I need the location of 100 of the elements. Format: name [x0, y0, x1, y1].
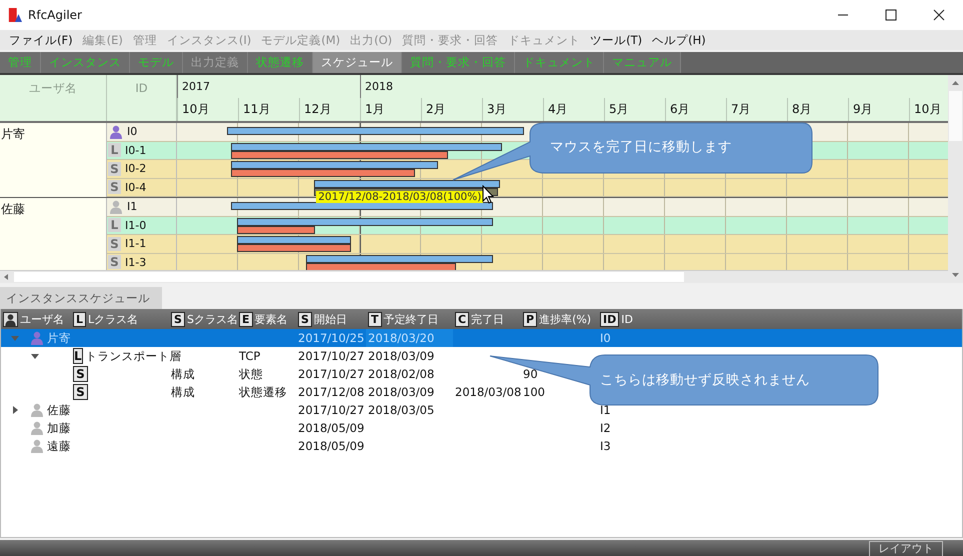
column-header: ID [107, 75, 177, 121]
table-cell: 2018/03/09 [368, 385, 434, 399]
horizontal-scrollbar[interactable] [0, 270, 948, 283]
column-badge: S [298, 312, 312, 326]
vertical-scrollbar[interactable] [948, 75, 963, 283]
column-badge: L [73, 312, 86, 326]
column-header[interactable]: Lクラス名 [88, 312, 138, 326]
column-header[interactable]: 開始日 [314, 312, 347, 326]
scroll-down-icon[interactable] [951, 271, 960, 279]
month-label: 7月 [731, 102, 751, 116]
table-cell: I1 [600, 403, 611, 417]
tab[interactable]: 質問・要求・回答 [402, 52, 515, 73]
column-badge: P [523, 312, 538, 326]
collapse-caret-icon[interactable] [31, 352, 39, 360]
user-name: 佐藤 [1, 202, 25, 216]
column-header: ユーザ名 [0, 75, 107, 121]
class-badge: L [108, 143, 121, 158]
table-cell: I2 [600, 421, 611, 435]
month-label: 1月 [365, 102, 385, 116]
table-cell: I0 [600, 331, 611, 345]
user-name: 遠藤 [47, 438, 71, 454]
table-cell: 2018/05/09 [298, 421, 364, 435]
class-badge: S [73, 384, 88, 400]
table-cell: 2018/03/05 [368, 403, 434, 417]
table-cell: 状態遷移 [239, 384, 287, 400]
tab[interactable]: ドキュメント [515, 52, 604, 73]
month-label: 4月 [548, 102, 568, 116]
scroll-thumb[interactable] [949, 91, 962, 141]
column-badge: E [239, 312, 253, 326]
cursor-icon [482, 184, 494, 204]
table-cell: 2018/02/08 [368, 367, 434, 381]
table-cell: 2018/03/09 [368, 349, 434, 363]
table-cell: I3 [600, 439, 611, 453]
class-badge: L [73, 348, 83, 364]
window-title: RfcAgiler [28, 8, 82, 22]
row-id: I1 [127, 200, 138, 214]
column-header[interactable]: ID [621, 312, 633, 326]
table-cell: 状態 [239, 366, 263, 382]
class-badge: S [108, 180, 121, 194]
column-header[interactable]: 予定終了日 [384, 312, 439, 326]
date-tooltip: 2017/12/08-2018/03/08(100%) [316, 190, 484, 202]
expand-caret-icon[interactable] [11, 406, 19, 414]
table-cell: 構成 [171, 384, 195, 400]
scroll-thumb[interactable] [14, 272, 684, 282]
month-label: 9月 [853, 102, 873, 116]
year-label: 2017 [182, 80, 210, 93]
month-label: 6月 [670, 102, 690, 116]
app-logo-icon [8, 7, 22, 23]
column-header[interactable]: 進捗率(%) [539, 312, 592, 326]
column-header[interactable]: Sクラス名 [186, 312, 238, 326]
row-id: I0-1 [125, 144, 146, 157]
menu-item[interactable]: ヘルプ(H) [647, 32, 711, 48]
user-name: 加藤 [47, 420, 71, 436]
table-cell: 2017/12/08 [298, 385, 364, 399]
user-name: 片寄 [1, 127, 25, 141]
row-id: I0 [127, 125, 138, 138]
table-cell: TCP [239, 349, 260, 363]
panel-tab[interactable]: インスタンススケジュール [0, 287, 162, 309]
scroll-up-icon[interactable] [951, 79, 960, 87]
row-id: I1-3 [125, 256, 146, 269]
menu-item[interactable]: ツール(T) [585, 32, 648, 48]
column-badge: ID [600, 312, 620, 326]
tab[interactable]: 状態遷移 [248, 52, 313, 73]
tab[interactable]: モデル [130, 52, 183, 73]
table-cell: 構成 [171, 366, 195, 382]
callout-text: こちらは移動せず反映されません [600, 371, 810, 389]
person-icon [3, 312, 18, 326]
month-label: 2月 [426, 102, 446, 116]
selected-row[interactable]: 片寄 2017/10/25 2018/03/20 I0 [1, 329, 962, 347]
callout-text: マウスを完了日に移動します [550, 138, 732, 156]
month-label: 10月 [914, 102, 942, 116]
class-badge: S [73, 366, 88, 382]
column-header[interactable]: 要素名 [254, 312, 288, 326]
class-badge: S [108, 255, 121, 270]
close-icon[interactable] [933, 9, 945, 21]
month-label: 5月 [609, 102, 629, 116]
layout-button[interactable]: レイアウト [869, 541, 943, 556]
tab[interactable]: スケジュール [313, 52, 402, 73]
column-badge: S [171, 312, 185, 326]
tab[interactable]: マニュアル [604, 52, 681, 73]
month-label: 10月 [182, 102, 210, 116]
tab[interactable]: インスタンス [41, 52, 130, 73]
table-cell: 2017/10/27 [298, 367, 364, 381]
class-badge: S [108, 162, 121, 176]
maximize-icon[interactable] [885, 9, 897, 21]
table-cell: トランスポート層 [86, 348, 182, 364]
scroll-left-icon[interactable] [2, 273, 10, 282]
row-id: I1-0 [125, 218, 146, 232]
table-cell: 2018/05/09 [298, 439, 364, 453]
user-name: 片寄 [47, 330, 71, 346]
year-label: 2018 [365, 80, 393, 93]
tab[interactable]: 管理 [0, 52, 41, 73]
table-cell: 100 [523, 385, 545, 399]
month-label: 8月 [792, 102, 812, 116]
column-header[interactable]: 完了日 [471, 312, 504, 326]
table-cell: 2018/03/08 [455, 385, 522, 399]
column-badge: T [368, 312, 382, 326]
column-header[interactable]: ユーザ名 [20, 312, 64, 326]
table-cell: 2018/03/20 [368, 331, 434, 345]
menu-item[interactable]: ファイル(F) [4, 32, 78, 48]
